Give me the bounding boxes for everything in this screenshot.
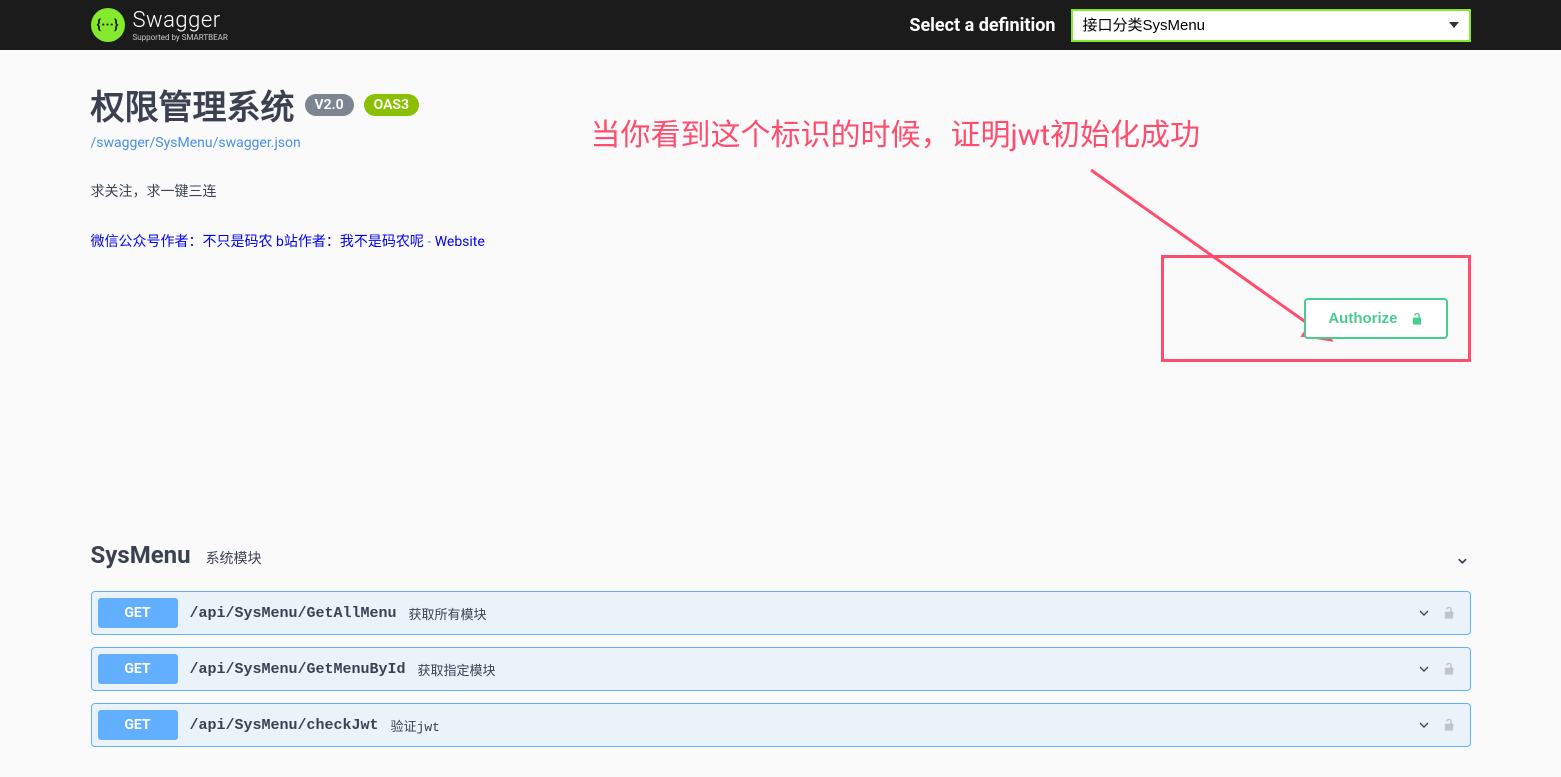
tag-header[interactable]: SysMenu 系统模块 ⌃	[91, 531, 1471, 579]
definition-select[interactable]: 接口分类SysMenu	[1071, 9, 1471, 42]
lock-icon[interactable]	[1442, 717, 1456, 733]
contact-links: 微信公众号作者：不只是码农 b站作者：我不是码农呢 - Website	[91, 231, 1471, 251]
oas-badge: OAS3	[364, 94, 419, 116]
wechat-link[interactable]: 微信公众号作者：不只是码农	[91, 234, 273, 250]
topbar: {···} Swagger Supported by SMARTBEAR Sel…	[0, 0, 1561, 50]
unlock-icon	[1410, 311, 1424, 327]
bili-link[interactable]: b站作者：我不是码农呢	[276, 234, 424, 250]
definition-label: Select a definition	[909, 15, 1055, 36]
chevron-up-icon: ⌃	[1454, 544, 1471, 568]
authorize-label: Authorize	[1328, 310, 1397, 327]
operation-path: /api/SysMenu/GetMenuById	[190, 661, 406, 678]
tag-description: 系统模块	[206, 548, 262, 568]
website-link[interactable]: Website	[435, 234, 485, 250]
tag-name: SysMenu	[91, 541, 191, 569]
api-info: 权限管理系统 V2.0 OAS3 /swagger/SysMenu/swagge…	[91, 80, 1471, 251]
operation-row[interactable]: GET/api/SysMenu/GetAllMenu 获取所有模块	[91, 591, 1471, 635]
api-title: 权限管理系统	[91, 80, 295, 129]
annotation-text: 当你看到这个标识的时候，证明jwt初始化成功	[591, 110, 1201, 154]
operations-section: SysMenu 系统模块 ⌃ GET/api/SysMenu/GetAllMen…	[91, 531, 1471, 747]
operation-row[interactable]: GET/api/SysMenu/GetMenuById 获取指定模块	[91, 647, 1471, 691]
operation-summary: 获取指定模块	[418, 660, 496, 679]
swagger-logo: {···} Swagger Supported by SMARTBEAR	[91, 8, 228, 42]
chevron-down-icon	[1416, 605, 1432, 621]
authorize-highlight-box: Authorize	[1161, 255, 1470, 362]
operation-path: /api/SysMenu/checkJwt	[190, 717, 379, 734]
logo-text: Swagger	[133, 8, 228, 33]
swagger-logo-icon: {···}	[91, 8, 125, 42]
chevron-down-icon	[1416, 717, 1432, 733]
logo-subtext: Supported by SMARTBEAR	[133, 33, 228, 42]
http-method-badge: GET	[98, 598, 178, 628]
authorize-button[interactable]: Authorize	[1304, 298, 1447, 339]
api-description: 求关注，求一键三连	[91, 181, 1471, 201]
operation-summary: 获取所有模块	[409, 604, 487, 623]
http-method-badge: GET	[98, 710, 178, 740]
lock-icon[interactable]	[1442, 661, 1456, 677]
lock-icon[interactable]	[1442, 605, 1456, 621]
operation-summary: 验证jwt	[391, 716, 440, 735]
http-method-badge: GET	[98, 654, 178, 684]
operation-path: /api/SysMenu/GetAllMenu	[190, 605, 397, 622]
version-badge: V2.0	[305, 94, 354, 116]
chevron-down-icon	[1416, 661, 1432, 677]
